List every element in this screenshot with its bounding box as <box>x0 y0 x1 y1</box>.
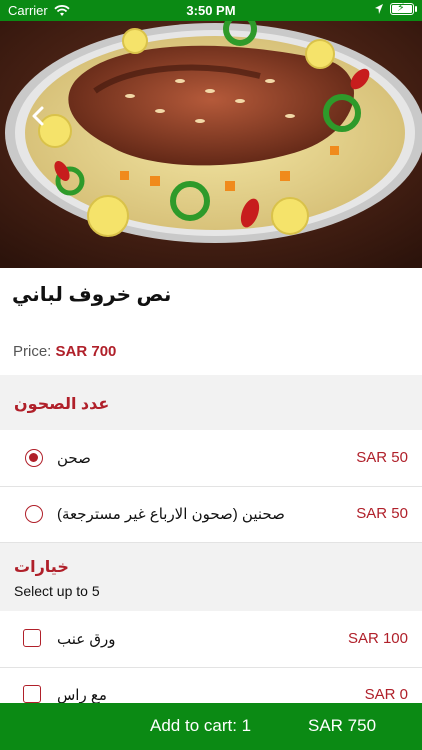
option-price: SAR 0 <box>364 686 408 703</box>
section-header-options: خيارات Select up to 5 <box>0 543 422 611</box>
price-value: SAR 700 <box>55 343 117 360</box>
status-right: ⚡ <box>374 2 417 15</box>
price-row: Price: SAR 700 <box>13 343 116 360</box>
section-title: عدد الصحون <box>14 396 110 413</box>
option-price: SAR 50 <box>356 505 408 522</box>
product-image <box>0 21 422 268</box>
radio-option-two-plates[interactable]: صحنين (صحون الارباع غير مسترجعة) SAR 50 <box>0 487 422 543</box>
battery-icon: ⚡ <box>390 2 417 15</box>
section-header-plates: عدد الصحون <box>0 375 422 430</box>
radio-button[interactable] <box>25 505 43 523</box>
option-label: صحن <box>57 450 91 467</box>
location-icon <box>375 4 383 14</box>
option-label: ورق عنب <box>57 631 116 648</box>
option-price: SAR 100 <box>347 630 408 647</box>
section-title: خيارات <box>14 559 69 576</box>
price-label: Price: <box>13 343 52 360</box>
option-label: صحنين (صحون الارباع غير مسترجعة) <box>57 506 285 523</box>
cart-label: Add to cart: 1 <box>150 716 252 735</box>
radio-button-selected[interactable] <box>25 449 43 467</box>
clock: 3:50 PM <box>186 3 236 18</box>
checkbox-option-grape-leaves[interactable]: ورق عنب SAR 100 <box>0 612 422 668</box>
checkbox[interactable] <box>23 685 41 703</box>
option-label: مع راس <box>57 687 107 704</box>
section-subtitle: Select up to 5 <box>14 583 100 599</box>
cart-total: SAR 750 <box>308 716 377 735</box>
product-title: نص خروف لباني <box>12 284 172 306</box>
radio-option-single-plate[interactable]: صحن SAR 50 <box>0 431 422 487</box>
option-price: SAR 50 <box>356 449 408 466</box>
food-platter-image <box>0 21 422 268</box>
back-chevron-icon[interactable] <box>24 101 54 131</box>
checkbox[interactable] <box>23 629 41 647</box>
add-to-cart-button[interactable]: Add to cart: 1 SAR 750 <box>0 703 422 750</box>
status-bar: Carrier 3:50 PM ⚡ <box>0 0 422 21</box>
